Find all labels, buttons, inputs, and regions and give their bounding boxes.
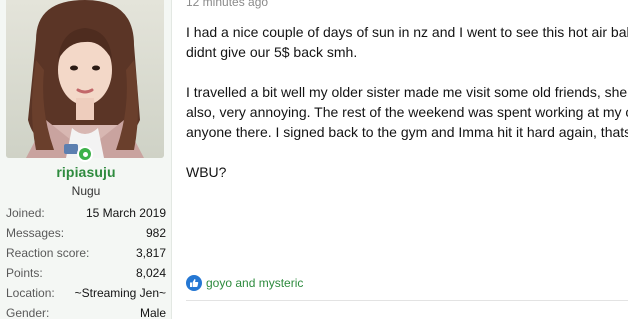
stat-label: Location: — [6, 286, 55, 300]
user-stats: Joined: 15 March 2019 Messages: 982 Reac… — [6, 203, 166, 319]
avatar-image — [6, 0, 164, 158]
post-line: also, very annoying. The rest of the wee… — [186, 104, 628, 120]
post-line-blank — [186, 142, 628, 162]
stat-value: 3,817 — [135, 246, 166, 260]
post-content: 12 minutes ago I had a nice couple of da… — [186, 0, 628, 319]
stat-joined: Joined: 15 March 2019 — [6, 203, 166, 223]
post-line-blank — [186, 62, 628, 82]
username-link[interactable]: ripiasuju — [0, 164, 172, 180]
avatar[interactable] — [6, 0, 164, 158]
stat-label: Messages: — [6, 226, 65, 240]
post-line: anyone there. I signed back to the gym a… — [186, 124, 628, 140]
stat-gender: Gender: Male — [6, 303, 166, 319]
stat-points: Points: 8,024 — [6, 263, 166, 283]
online-status-icon — [77, 146, 93, 162]
user-panel: ripiasuju Nugu Joined: 15 March 2019 Mes… — [0, 0, 172, 319]
stat-messages: Messages: 982 — [6, 223, 166, 243]
stat-location: Location: ~Streaming Jen~ — [6, 283, 166, 303]
stat-label: Points: — [6, 266, 43, 280]
stat-reaction-score: Reaction score: 3,817 — [6, 243, 166, 263]
stat-label: Gender: — [6, 306, 50, 319]
post-body: I had a nice couple of days of sun in nz… — [186, 22, 628, 182]
post-divider — [186, 300, 628, 301]
post-line: I had a nice couple of days of sun in nz… — [186, 24, 628, 40]
post-timestamp[interactable]: 12 minutes ago — [186, 0, 268, 9]
reactions-bar: goyo and mysteric — [186, 273, 303, 293]
reactions-list-link[interactable]: goyo and mysteric — [206, 276, 303, 290]
stat-value[interactable]: ~Streaming Jen~ — [75, 283, 166, 303]
stat-value[interactable]: 982 — [146, 223, 166, 243]
stat-value[interactable]: 8,024 — [136, 263, 166, 283]
stat-value: 15 March 2019 — [85, 206, 166, 220]
post-line: I travelled a bit well my older sister m… — [186, 84, 628, 100]
like-icon — [186, 275, 202, 291]
post-line: didnt give our 5$ back smh. — [186, 44, 358, 60]
stat-label: Joined: — [6, 206, 45, 220]
stat-value: Male — [139, 306, 166, 319]
post-line: WBU? — [186, 164, 227, 180]
stat-label: Reaction score: — [6, 246, 90, 260]
user-title: Nugu — [71, 184, 101, 198]
